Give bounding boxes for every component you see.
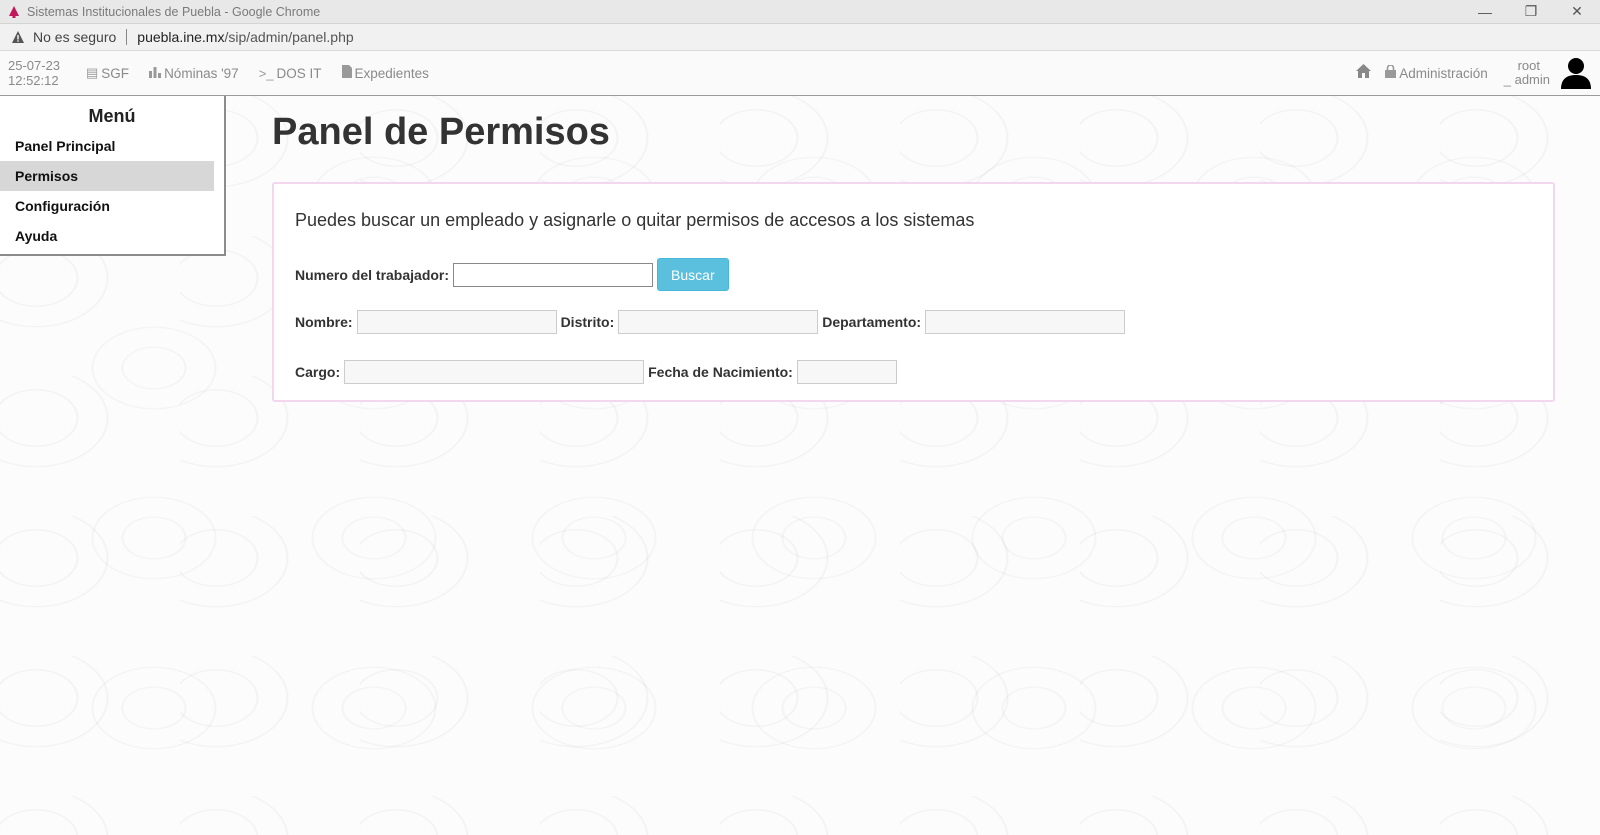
- search-panel: Puedes buscar un empleado y asignarle o …: [272, 182, 1555, 402]
- url-text[interactable]: puebla.ine.mx/sip/admin/panel.php: [137, 29, 353, 45]
- panel-intro: Puedes buscar un empleado y asignarle o …: [295, 210, 975, 230]
- user-name-line2: _ admin: [1503, 72, 1550, 87]
- nav-link-label: DOS IT: [276, 65, 322, 81]
- current-date: 25-07-23: [8, 58, 61, 73]
- address-bar[interactable]: No es seguro puebla.ine.mx/sip/admin/pan…: [0, 24, 1600, 51]
- nav-link-nominas[interactable]: Nóminas '97: [149, 66, 239, 81]
- sidebar-title: Menú: [88, 106, 136, 126]
- navbar-right: Administración root _ admin: [1356, 51, 1600, 95]
- restore-icon[interactable]: ❐: [1508, 0, 1554, 23]
- window-title: Sistemas Institucionales de Puebla - Goo…: [27, 4, 321, 19]
- user-name[interactable]: root _ admin: [1504, 59, 1550, 87]
- worker-number-input[interactable]: [453, 262, 654, 287]
- bar-chart-icon: [149, 66, 162, 81]
- nav-link-label: SGF: [101, 65, 130, 81]
- worker-search-row: Numero del trabajador: Buscar: [295, 258, 729, 291]
- lock-icon: [1385, 64, 1397, 81]
- admin-link[interactable]: Administración: [1385, 64, 1488, 81]
- cargo-label: Cargo:: [295, 364, 341, 380]
- employee-extra-row: Cargo: Fecha de Nacimiento:: [295, 360, 901, 384]
- fecha-nacimiento-field[interactable]: [796, 360, 897, 384]
- page-title: Panel de Permisos: [272, 111, 610, 153]
- search-button[interactable]: Buscar: [657, 258, 729, 291]
- distrito-field[interactable]: [618, 310, 819, 334]
- cargo-field[interactable]: [344, 360, 645, 384]
- employee-details-row: Nombre: Distrito: Departamento:: [295, 310, 1129, 334]
- url-path: /sip/admin/panel.php: [224, 29, 354, 45]
- nav-link-sgf[interactable]: ▤ SGF: [86, 65, 129, 81]
- departamento-label: Departamento:: [822, 314, 922, 330]
- sidebar-item-ayuda[interactable]: Ayuda: [0, 221, 214, 251]
- current-time: 12:52:12: [8, 73, 59, 88]
- user-name-line1: root: [1517, 58, 1540, 73]
- nombre-field[interactable]: [356, 310, 557, 334]
- window-controls: — ❐ ✕: [1462, 0, 1600, 23]
- browser-title-bar: Sistemas Institucionales de Puebla - Goo…: [0, 0, 1600, 24]
- nav-link-label: Nóminas '97: [164, 65, 239, 81]
- nav-link-dos-it[interactable]: >_ DOS IT: [259, 66, 322, 81]
- file-icon: [341, 65, 352, 81]
- terminal-icon: >_: [258, 65, 274, 81]
- departamento-field[interactable]: [925, 310, 1126, 334]
- list-icon: ▤: [86, 65, 99, 80]
- minimize-icon[interactable]: —: [1462, 0, 1508, 23]
- warning-icon: [12, 31, 24, 43]
- site-favicon-icon: [9, 5, 19, 18]
- admin-label: Administración: [1399, 65, 1488, 81]
- worker-number-label: Numero del trabajador:: [295, 266, 450, 283]
- sidebar-item-permisos[interactable]: Permisos: [0, 161, 214, 191]
- user-avatar-icon[interactable]: [1560, 57, 1592, 89]
- sidebar-item-configuracion[interactable]: Configuración: [0, 191, 214, 221]
- datetime: 25-07-23 12:52:12: [8, 58, 68, 88]
- address-separator: [126, 29, 128, 45]
- fecha-nacimiento-label: Fecha de Nacimiento:: [648, 364, 793, 380]
- security-label[interactable]: No es seguro: [33, 29, 116, 45]
- distrito-label: Distrito:: [560, 314, 615, 330]
- home-icon[interactable]: [1356, 64, 1372, 82]
- sidebar-item-panel-principal[interactable]: Panel Principal: [0, 131, 214, 161]
- nombre-label: Nombre:: [295, 314, 353, 330]
- top-navbar: 25-07-23 12:52:12 ▤ SGF Nóminas '97 >_ D…: [0, 51, 1600, 96]
- nav-link-label: Expedientes: [354, 65, 429, 81]
- url-host: puebla.ine.mx: [137, 29, 225, 45]
- nav-link-expedientes[interactable]: Expedientes: [341, 65, 429, 81]
- sidebar-menu: Menú Panel Principal Permisos Configurac…: [0, 96, 226, 256]
- close-icon[interactable]: ✕: [1554, 0, 1600, 23]
